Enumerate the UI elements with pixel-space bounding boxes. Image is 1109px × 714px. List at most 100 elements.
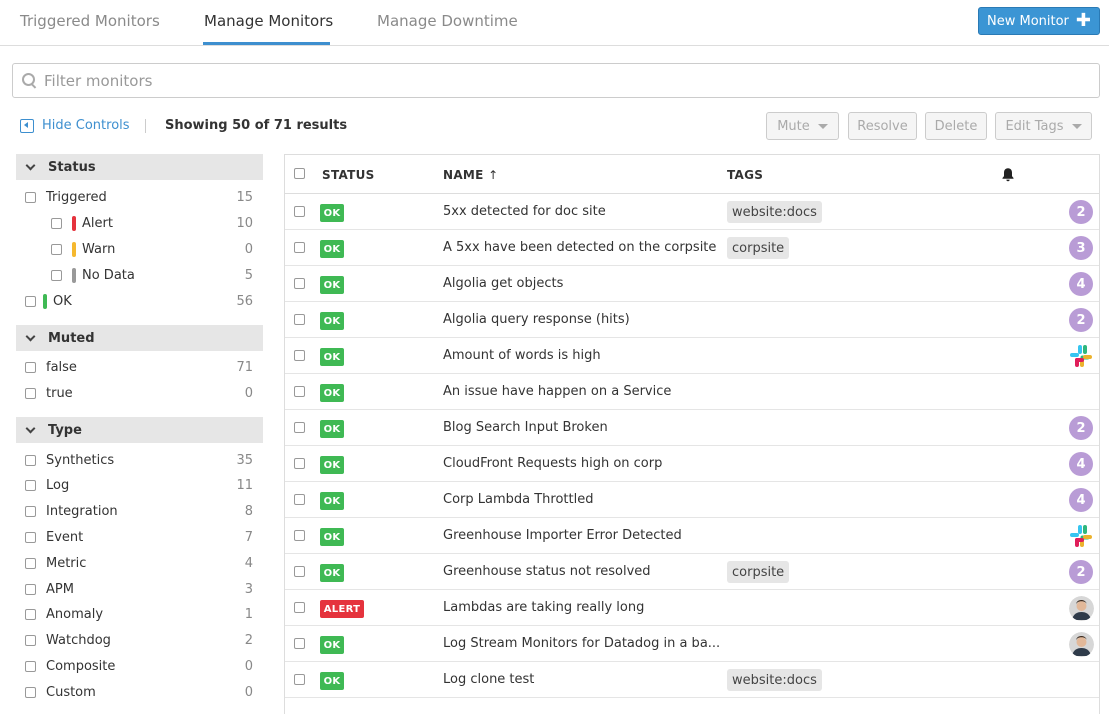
tab-manage-downtime[interactable]: Manage Downtime xyxy=(377,12,518,30)
row-checkbox[interactable] xyxy=(294,242,305,253)
tag-chip[interactable]: corpsite xyxy=(727,561,790,583)
row-checkbox[interactable] xyxy=(294,602,305,613)
checkbox[interactable] xyxy=(25,191,36,203)
facet-title: Muted xyxy=(48,330,95,346)
edit-tags-button[interactable]: Edit Tags xyxy=(995,112,1092,140)
facet-type-header[interactable]: Type xyxy=(16,417,263,443)
warn-color-icon xyxy=(72,241,76,257)
table-row[interactable]: OK Log clone test website:docs xyxy=(285,662,1099,698)
tag-chip[interactable]: corpsite xyxy=(727,237,790,259)
no-data-color-icon xyxy=(72,267,76,283)
facet-item-synthetics: Synthetics 35 xyxy=(16,447,263,473)
table-row[interactable]: OK Algolia query response (hits) 2 xyxy=(285,302,1099,338)
checkbox[interactable] xyxy=(25,506,36,518)
table-row[interactable]: ALERT Lambdas are taking really long xyxy=(285,590,1099,626)
tab-triggered-monitors[interactable]: Triggered Monitors xyxy=(20,12,160,30)
monitor-name-link[interactable]: Algolia query response (hits) xyxy=(443,312,630,327)
tag-chip[interactable]: website:docs xyxy=(727,669,822,691)
facet-muted-header[interactable]: Muted xyxy=(16,325,263,351)
facet-title: Status xyxy=(48,159,96,175)
status-badge: OK xyxy=(320,636,344,654)
facet-item-log: Log 11 xyxy=(16,473,263,499)
checkbox[interactable] xyxy=(25,531,36,543)
ok-color-icon xyxy=(43,293,47,309)
monitor-name-link[interactable]: Log Stream Monitors for Datadog in a ba.… xyxy=(443,636,720,651)
facet-item-custom: Custom 0 xyxy=(16,679,263,705)
table-row[interactable]: OK A 5xx have been detected on the corpsi… xyxy=(285,230,1099,266)
tag-chip[interactable]: website:docs xyxy=(727,201,822,223)
row-checkbox[interactable] xyxy=(294,422,305,433)
checkbox[interactable] xyxy=(25,583,36,595)
notification-count-badge: 3 xyxy=(1069,236,1093,260)
checkbox[interactable] xyxy=(25,454,36,466)
facet-item-count: 7 xyxy=(244,529,253,545)
checkbox[interactable] xyxy=(51,243,62,255)
table-row[interactable]: OK CloudFront Requests high on corp 4 xyxy=(285,446,1099,482)
facet-status-header[interactable]: Status xyxy=(16,154,263,180)
table-row[interactable]: OK An issue have happen on a Service xyxy=(285,374,1099,410)
checkbox[interactable] xyxy=(25,295,36,307)
monitor-name-link[interactable]: Algolia get objects xyxy=(443,276,563,291)
slack-icon xyxy=(1069,524,1093,548)
table-row[interactable]: OK 5xx detected for doc site website:docs 2 xyxy=(285,194,1099,230)
facet-item-metric: Metric 4 xyxy=(16,550,263,576)
row-checkbox[interactable] xyxy=(294,206,305,217)
checkbox[interactable] xyxy=(25,609,36,621)
checkbox[interactable] xyxy=(25,635,36,647)
tab-manage-monitors[interactable]: Manage Monitors xyxy=(204,12,333,30)
checkbox[interactable] xyxy=(25,660,36,672)
new-monitor-button[interactable]: New Monitor ✚ xyxy=(978,7,1100,35)
monitor-name-link[interactable]: Corp Lambda Throttled xyxy=(443,492,593,507)
facet-item-count: 1 xyxy=(244,607,253,623)
checkbox[interactable] xyxy=(25,557,36,569)
checkbox[interactable] xyxy=(25,387,36,399)
row-checkbox[interactable] xyxy=(294,674,305,685)
filter-monitors-input[interactable] xyxy=(44,71,1044,90)
monitor-name-link[interactable]: A 5xx have been detected on the corpsite xyxy=(443,240,716,255)
resolve-label: Resolve xyxy=(857,118,908,134)
facet-item-label: OK xyxy=(53,293,72,309)
monitor-name-link[interactable]: An issue have happen on a Service xyxy=(443,384,671,399)
search-icon xyxy=(22,72,38,89)
row-checkbox[interactable] xyxy=(294,314,305,325)
monitor-name-link[interactable]: Lambdas are taking really long xyxy=(443,600,644,615)
column-name[interactable]: NAME ↑ xyxy=(443,168,499,182)
monitor-name-link[interactable]: CloudFront Requests high on corp xyxy=(443,456,662,471)
table-row[interactable]: OK Blog Search Input Broken 2 xyxy=(285,410,1099,446)
checkbox[interactable] xyxy=(25,361,36,373)
row-checkbox[interactable] xyxy=(294,350,305,361)
row-checkbox[interactable] xyxy=(294,530,305,541)
facet-item-label: Event xyxy=(46,529,84,545)
user-avatar xyxy=(1069,596,1094,621)
resolve-button[interactable]: Resolve xyxy=(848,112,917,140)
table-row[interactable]: OK Algolia get objects 4 xyxy=(285,266,1099,302)
table-row[interactable]: OK Corp Lambda Throttled 4 xyxy=(285,482,1099,518)
table-row[interactable]: OK Greenhouse Importer Error Detected xyxy=(285,518,1099,554)
column-status[interactable]: STATUS xyxy=(322,168,375,182)
row-checkbox[interactable] xyxy=(294,566,305,577)
monitor-name-link[interactable]: Log clone test xyxy=(443,672,534,687)
checkbox[interactable] xyxy=(25,686,36,698)
row-checkbox[interactable] xyxy=(294,278,305,289)
delete-button[interactable]: Delete xyxy=(925,112,987,140)
monitor-name-link[interactable]: Amount of words is high xyxy=(443,348,601,363)
mute-button[interactable]: Mute xyxy=(766,112,839,140)
row-checkbox[interactable] xyxy=(294,638,305,649)
facet-item-count: 2 xyxy=(244,633,253,649)
table-row[interactable]: OK Amount of words is high xyxy=(285,338,1099,374)
row-checkbox[interactable] xyxy=(294,458,305,469)
monitor-name-link[interactable]: Greenhouse Importer Error Detected xyxy=(443,528,682,543)
facet-item-label: Watchdog xyxy=(46,633,111,649)
checkbox[interactable] xyxy=(51,217,62,229)
row-checkbox[interactable] xyxy=(294,494,305,505)
monitor-name-link[interactable]: 5xx detected for doc site xyxy=(443,204,606,219)
table-row[interactable]: OK Log Stream Monitors for Datadog in a b… xyxy=(285,626,1099,662)
checkbox[interactable] xyxy=(51,269,62,281)
checkbox[interactable] xyxy=(25,480,36,492)
row-checkbox[interactable] xyxy=(294,386,305,397)
monitor-name-link[interactable]: Greenhouse status not resolved xyxy=(443,564,651,579)
hide-controls-button[interactable]: Hide Controls xyxy=(20,118,130,133)
select-all-checkbox[interactable] xyxy=(294,168,305,179)
table-row[interactable]: OK Greenhouse status not resolved corpsite… xyxy=(285,554,1099,590)
monitor-name-link[interactable]: Blog Search Input Broken xyxy=(443,420,608,435)
